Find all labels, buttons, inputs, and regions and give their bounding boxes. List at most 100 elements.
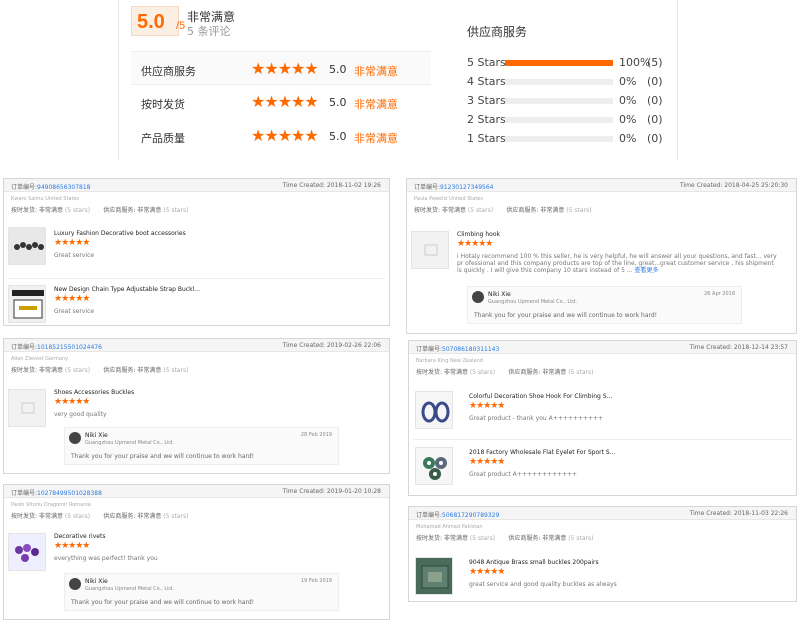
rating-verdict: 非常满意: [354, 98, 398, 111]
product-name-link[interactable]: 2018 Factory Wholesale Flat Eyelet For S…: [469, 449, 615, 456]
stars-note: (5 stars): [568, 535, 594, 542]
ontime-verdict: 非常满意: [443, 369, 468, 376]
supplier-label: 供应商服务:: [508, 535, 541, 542]
supplier-label: 供应商服务:: [103, 207, 136, 214]
product-thumbnail[interactable]: [415, 447, 453, 485]
supplier-label: 供应商服务:: [103, 513, 136, 520]
product-name-link[interactable]: Decorative rivets: [54, 533, 105, 540]
star-breakdown-row: 1 Stars 0% (0): [467, 132, 667, 146]
stars-note: (5 stars): [566, 207, 592, 214]
product-thumbnail-placeholder[interactable]: [411, 231, 449, 269]
time-created: 2019-01-20 10:28: [326, 488, 381, 495]
product-name-link[interactable]: Luxury Fashion Decorative boot accessori…: [54, 230, 186, 237]
rating-label: 供应商服务: [141, 65, 196, 78]
breakdown-label: 1 Stars: [467, 132, 506, 145]
stars-note: (5 stars): [163, 513, 189, 520]
review-comment: Great service: [54, 252, 95, 259]
review-comment: great service and good quality buckles a…: [469, 581, 617, 588]
stars-note: (5 stars): [163, 367, 189, 374]
star-rating-icon: ★★★★★: [457, 239, 493, 249]
product-thumbnail[interactable]: [415, 557, 453, 595]
overall-score: 5.0: [137, 11, 165, 33]
review-card-header: 订单编号:506817290789329 Time Created: 2018-…: [409, 507, 796, 520]
rating-label: 按时发货: [141, 98, 185, 111]
review-card: 订单编号:10185215501024476 Time Created: 201…: [3, 338, 390, 474]
review-card: 订单编号:94908656307818 Time Created: 2018-1…: [3, 178, 390, 326]
stars-note: (5 stars): [467, 207, 494, 214]
supplier-verdict: 非常满意: [540, 207, 565, 214]
breakdown-count: (0): [647, 94, 663, 107]
order-id-link[interactable]: 94908656307818: [37, 184, 90, 191]
order-id-link[interactable]: 10278499501028388: [37, 490, 102, 497]
star-rating-icon: ★★★★★: [469, 401, 505, 411]
rating-verdict: 非常满意: [354, 132, 398, 145]
order-id-link[interactable]: 507086180311143: [442, 346, 499, 353]
breakdown-bar: [505, 117, 613, 123]
ontime-label: 按时发货:: [11, 513, 38, 520]
rating-verdict: 非常满意: [354, 65, 398, 78]
supplier-verdict: 非常满意: [137, 367, 162, 374]
breakdown-label: 3 Stars: [467, 94, 506, 107]
product-name-link[interactable]: Shoes Accessories Buckles: [54, 389, 134, 396]
review-rating-line: 按时发货: 非常满意 (5 stars) 供应商服务: 非常满意 (5 star…: [414, 205, 591, 214]
star-breakdown-row: 5 Stars 100% (5): [467, 56, 667, 70]
ontime-verdict: 非常满意: [38, 367, 63, 374]
time-label: Time Created:: [282, 342, 327, 349]
rating-row-ontime-delivery: 按时发货 ★★★★★ 5.0 非常满意: [131, 85, 431, 119]
score-denominator: /5: [176, 20, 186, 32]
star-rating-icon: ★★★★★: [54, 294, 90, 304]
reply-company: Guangzhou Upmend Metal Co., Ltd.: [85, 586, 174, 592]
star-breakdown-row: 3 Stars 0% (0): [467, 94, 667, 108]
rating-label: 产品质量: [141, 132, 185, 145]
product-name-link[interactable]: Colorful Decoration Shoe Hook For Climbi…: [469, 393, 612, 400]
product-name-link[interactable]: Climbing hook: [457, 231, 500, 238]
buyer-info: Barbara King New Zealand: [416, 358, 483, 364]
order-id-link[interactable]: 91230127349564: [440, 184, 493, 191]
time-created: 2018-12-14 23:57: [733, 344, 788, 351]
product-name-link[interactable]: New Design Chain Type Adjustable Strap B…: [54, 286, 200, 293]
reply-text: Thank you for your praise and we will co…: [71, 599, 255, 606]
rating-row-product-quality: 产品质量 ★★★★★ 5.0 非常满意: [131, 119, 431, 153]
read-more-link[interactable]: 查看更多: [635, 267, 659, 274]
reply-text: Thank you for your praise and we will co…: [71, 453, 255, 460]
product-name-link[interactable]: 9048 Antique Brass small buckles 200pair…: [469, 559, 599, 566]
supplier-label: 供应商服务:: [103, 367, 136, 374]
breakdown-bar: [505, 98, 613, 104]
ontime-label: 按时发货:: [416, 369, 443, 376]
breakdown-label: 4 Stars: [467, 75, 506, 88]
review-comment: i Hotaly recommend 100 % this seller, he…: [457, 253, 777, 274]
ontime-label: 按时发货:: [416, 535, 443, 542]
stars-note: (5 stars): [163, 207, 189, 214]
star-rating-icon: ★★★★★: [469, 567, 505, 577]
reply-company: Guangzhou Upmend Metal Co., Ltd.: [488, 299, 577, 305]
supplier-label: 供应商服务:: [506, 207, 539, 214]
ontime-verdict: 非常满意: [441, 207, 466, 214]
review-card-header: 订单编号:94908656307818 Time Created: 2018-1…: [4, 179, 389, 192]
time-created: 2018-04-25 25:20:30: [724, 182, 788, 189]
order-label: 订单编号:: [416, 346, 443, 353]
order-id-link[interactable]: 10185215501024476: [37, 344, 102, 351]
buyer-info: Kwaro Salmu United States: [11, 196, 80, 202]
seller-reply: Niki Xie Guangzhou Upmend Metal Co., Ltd…: [64, 573, 339, 611]
product-thumbnail[interactable]: [8, 285, 46, 323]
stars-note: (5 stars): [469, 369, 496, 376]
product-thumbnail[interactable]: [8, 533, 46, 571]
review-rating-line: 按时发货: 非常满意 (5 stars) 供应商服务: 非常满意 (5 star…: [11, 205, 188, 214]
time-created: 2018-11-03 22:26: [733, 510, 788, 517]
breakdown-count: (5): [647, 56, 663, 69]
ontime-verdict: 非常满意: [443, 535, 468, 542]
review-rating-line: 按时发货: 非常满意 (5 stars) 供应商服务: 非常满意 (5 star…: [416, 533, 593, 542]
order-label: 订单编号:: [11, 184, 38, 191]
breakdown-label: 2 Stars: [467, 113, 506, 126]
review-card-header: 订单编号:91230127349564 Time Created: 2018-0…: [407, 179, 796, 192]
product-thumbnail-placeholder[interactable]: [8, 389, 46, 427]
product-thumbnail[interactable]: [8, 227, 46, 265]
time-created: 2018-11-02 19:26: [326, 182, 381, 189]
star-rating-icon: ★★★★★: [54, 541, 90, 551]
review-card: 订单编号:507086180311143 Time Created: 2018-…: [408, 340, 797, 496]
rating-value: 5.0: [329, 96, 347, 109]
product-thumbnail[interactable]: [415, 391, 453, 429]
order-id-link[interactable]: 506817290789329: [442, 512, 499, 519]
breakdown-percent: 0%: [619, 113, 637, 126]
ontime-verdict: 非常满意: [38, 207, 63, 214]
